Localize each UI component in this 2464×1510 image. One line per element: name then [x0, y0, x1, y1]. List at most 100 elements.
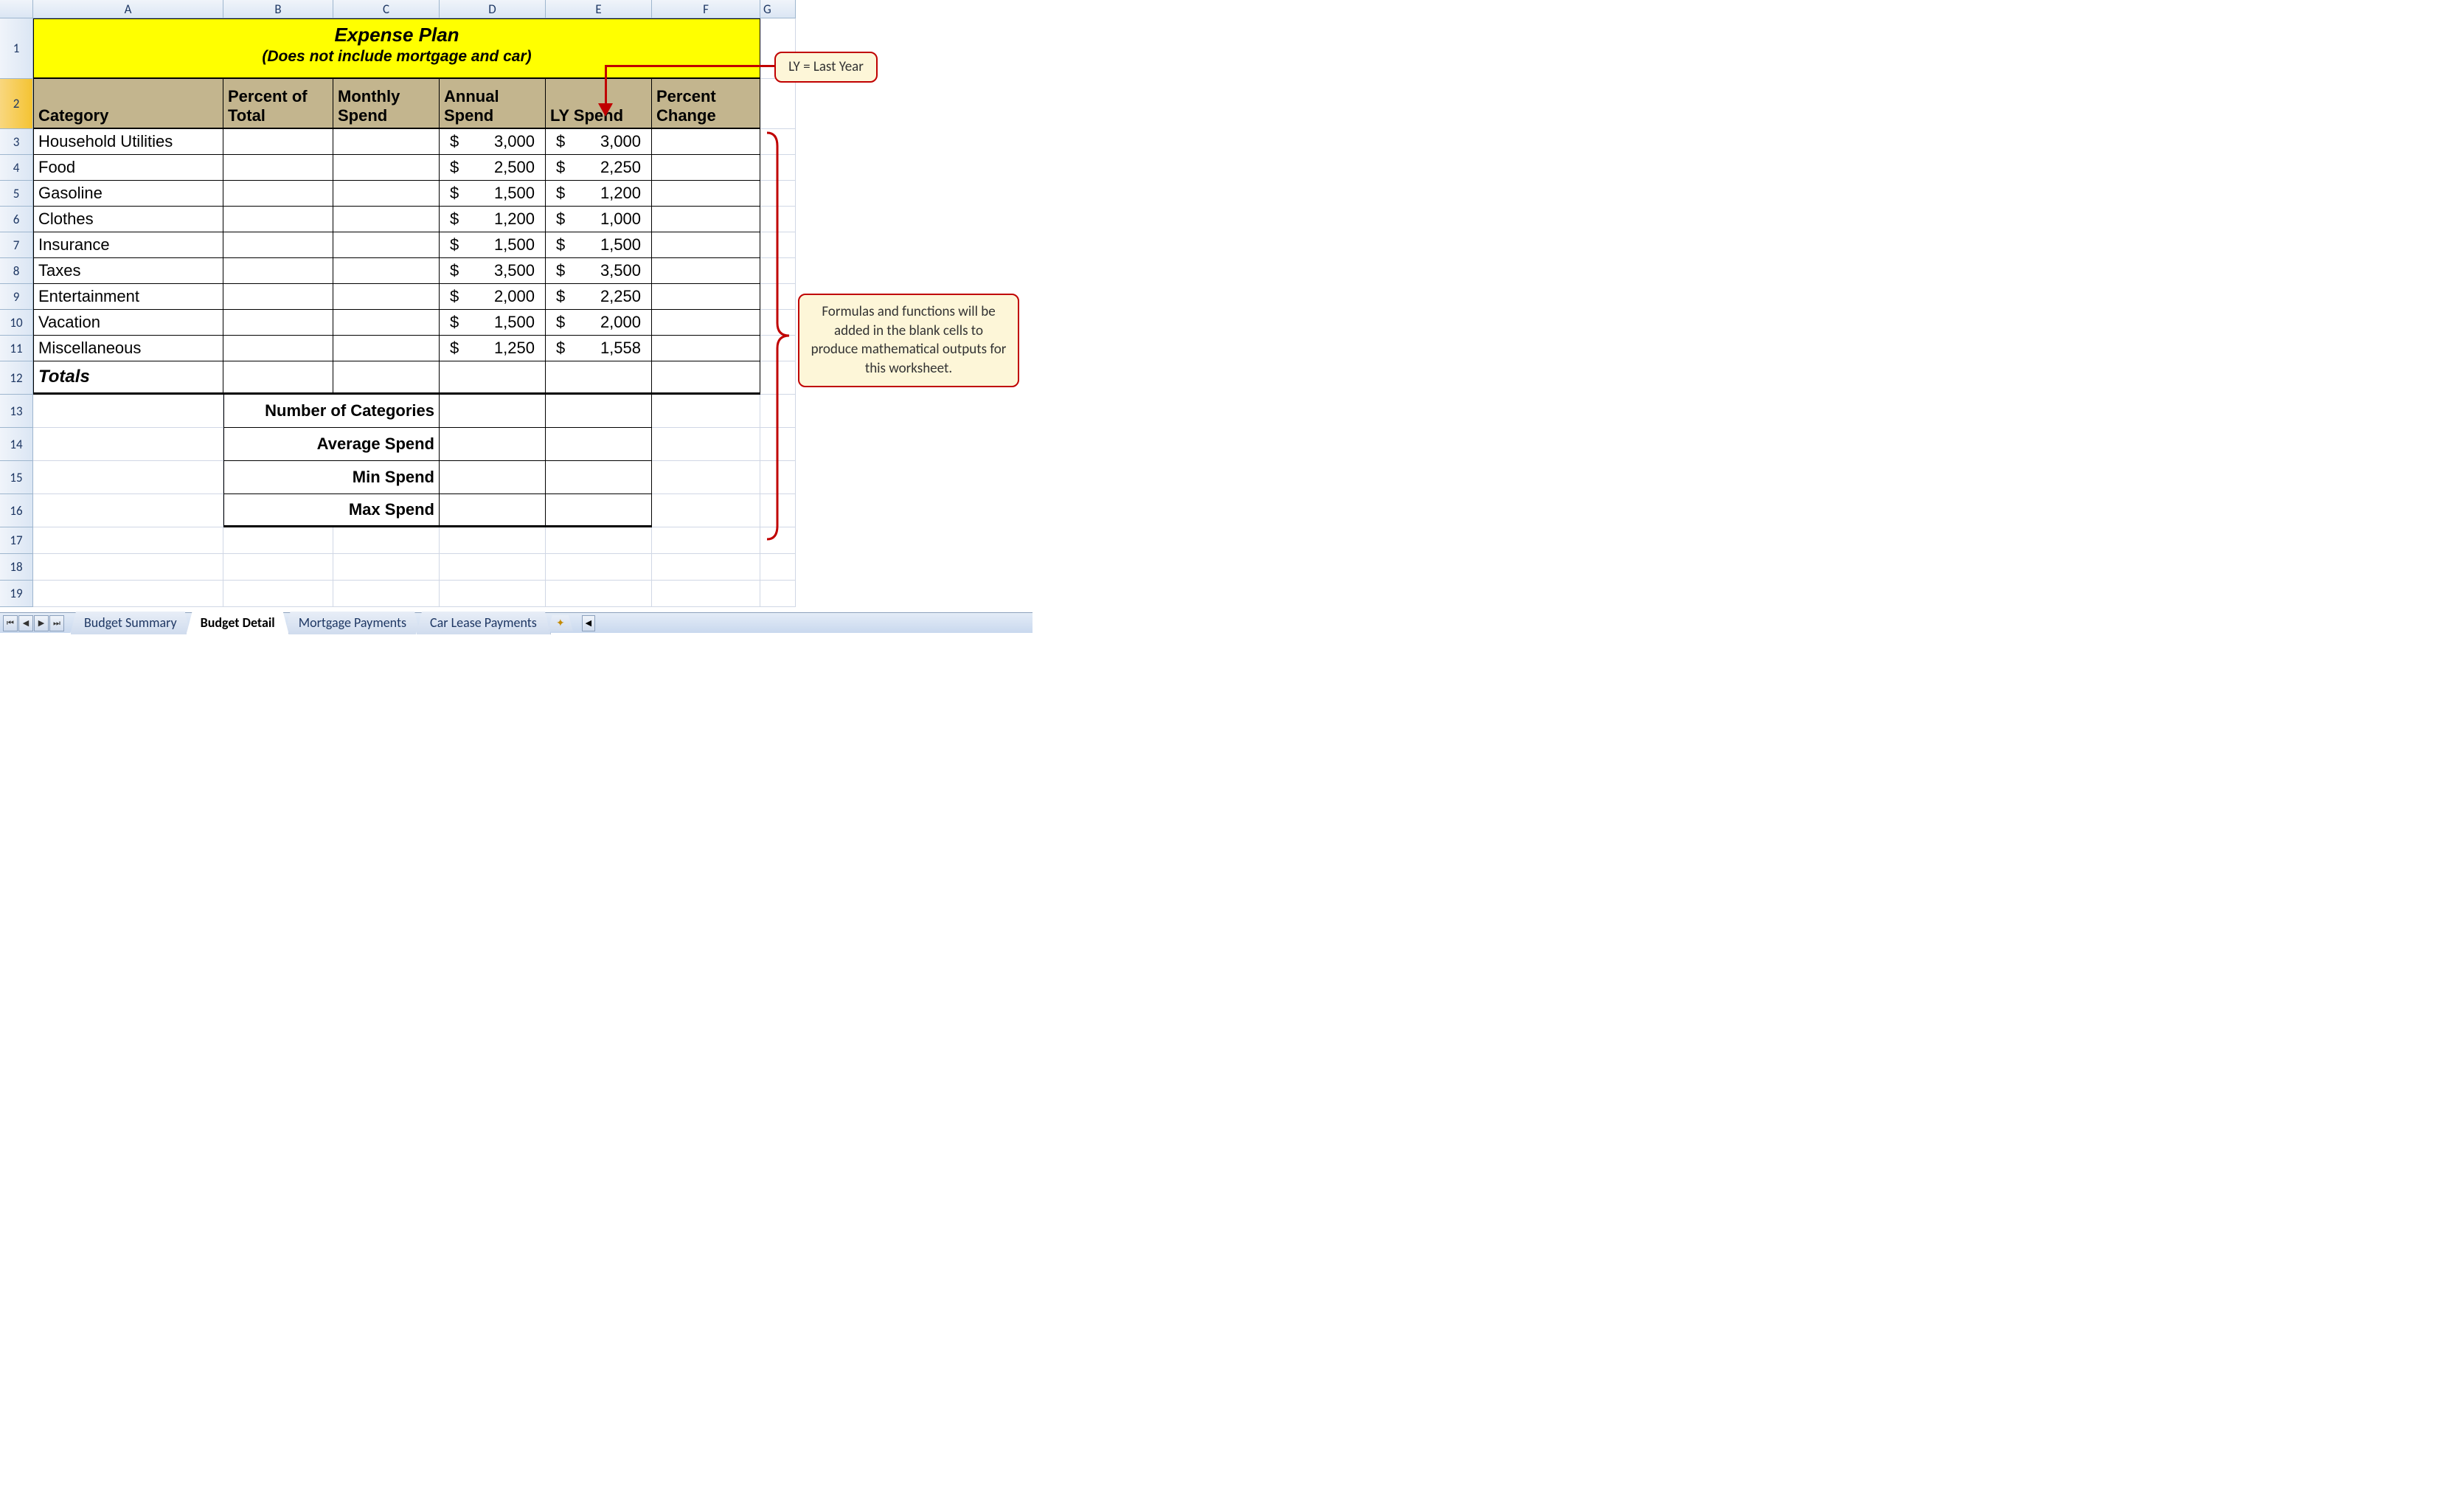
cell-annual[interactable]: $3,000 — [440, 129, 546, 155]
row-header-5[interactable]: 5 — [0, 181, 33, 207]
cell-category[interactable]: Gasoline — [33, 181, 223, 207]
cell-G19[interactable] — [760, 581, 796, 607]
cell-F19[interactable] — [652, 581, 760, 607]
cell-F15[interactable] — [652, 461, 760, 494]
cell-category[interactable]: Insurance — [33, 232, 223, 258]
sheet-tab[interactable]: Car Lease Payments — [416, 612, 551, 634]
cell-E19[interactable] — [546, 581, 652, 607]
sheet-tab[interactable]: Budget Detail — [187, 612, 289, 634]
col-header-B[interactable]: B — [223, 0, 333, 18]
cell-F10[interactable] — [652, 310, 760, 336]
cell-ly[interactable]: $1,200 — [546, 181, 652, 207]
cell-category[interactable]: Taxes — [33, 258, 223, 284]
row-header-8[interactable]: 8 — [0, 258, 33, 284]
cell-F6[interactable] — [652, 207, 760, 232]
row-header-3[interactable]: 3 — [0, 129, 33, 155]
cell-ly[interactable]: $1,558 — [546, 336, 652, 361]
cell-F14[interactable] — [652, 428, 760, 461]
cell-F13[interactable] — [652, 395, 760, 428]
cell-C4[interactable] — [333, 155, 440, 181]
cell-ly[interactable]: $2,250 — [546, 284, 652, 310]
cell-category[interactable]: Household Utilities — [33, 129, 223, 155]
row-header-13[interactable]: 13 — [0, 395, 33, 428]
col-header-D[interactable]: D — [440, 0, 546, 18]
cell-B5[interactable] — [223, 181, 333, 207]
row-header-17[interactable]: 17 — [0, 527, 33, 554]
row-header-11[interactable]: 11 — [0, 336, 33, 361]
row-header-15[interactable]: 15 — [0, 461, 33, 494]
cell-A19[interactable] — [33, 581, 223, 607]
cell-G2[interactable] — [760, 79, 796, 129]
cell-ly[interactable]: $2,250 — [546, 155, 652, 181]
cell-B8[interactable] — [223, 258, 333, 284]
cell-F3[interactable] — [652, 129, 760, 155]
row-header-19[interactable]: 19 — [0, 581, 33, 607]
cell-A15[interactable] — [33, 461, 223, 494]
col-header-C[interactable]: C — [333, 0, 440, 18]
cell-D15[interactable] — [440, 461, 546, 494]
cell-D12[interactable] — [440, 361, 546, 395]
cell-annual[interactable]: $1,500 — [440, 232, 546, 258]
col-header-A[interactable]: A — [33, 0, 223, 18]
cell-annual[interactable]: $1,500 — [440, 181, 546, 207]
cell-C12[interactable] — [333, 361, 440, 395]
cell-annual[interactable]: $1,500 — [440, 310, 546, 336]
cell-ly[interactable]: $3,500 — [546, 258, 652, 284]
cell-annual[interactable]: $3,500 — [440, 258, 546, 284]
cell-D13[interactable] — [440, 395, 546, 428]
row-header-12[interactable]: 12 — [0, 361, 33, 395]
cell-A18[interactable] — [33, 554, 223, 581]
cell-F9[interactable] — [652, 284, 760, 310]
header-percent-total[interactable]: Percent of Total — [223, 79, 333, 129]
cell-F5[interactable] — [652, 181, 760, 207]
row-header-9[interactable]: 9 — [0, 284, 33, 310]
summary-label[interactable]: Max Spend — [223, 494, 440, 527]
cell-C18[interactable] — [333, 554, 440, 581]
summary-label[interactable]: Min Spend — [223, 461, 440, 494]
col-header-F[interactable]: F — [652, 0, 760, 18]
cell-ly[interactable]: $3,000 — [546, 129, 652, 155]
row-header-1[interactable]: 1 — [0, 18, 33, 79]
cell-B9[interactable] — [223, 284, 333, 310]
cell-ly[interactable]: $1,500 — [546, 232, 652, 258]
cell-B17[interactable] — [223, 527, 333, 554]
cell-E16[interactable] — [546, 494, 652, 527]
cell-B19[interactable] — [223, 581, 333, 607]
cell-D14[interactable] — [440, 428, 546, 461]
new-sheet-button[interactable]: ✦ — [548, 615, 573, 631]
cell-B3[interactable] — [223, 129, 333, 155]
cell-C5[interactable] — [333, 181, 440, 207]
row-header-16[interactable]: 16 — [0, 494, 33, 527]
cell-annual[interactable]: $2,500 — [440, 155, 546, 181]
cell-A16[interactable] — [33, 494, 223, 527]
cell-B12[interactable] — [223, 361, 333, 395]
cell-C10[interactable] — [333, 310, 440, 336]
cell-D19[interactable] — [440, 581, 546, 607]
summary-label[interactable]: Number of Categories — [223, 395, 440, 428]
cell-F12[interactable] — [652, 361, 760, 395]
cell-F16[interactable] — [652, 494, 760, 527]
cell-category[interactable]: Entertainment — [33, 284, 223, 310]
cell-G18[interactable] — [760, 554, 796, 581]
header-percent-change[interactable]: Percent Change — [652, 79, 760, 129]
header-annual-spend[interactable]: Annual Spend — [440, 79, 546, 129]
row-header-10[interactable]: 10 — [0, 310, 33, 336]
cell-D16[interactable] — [440, 494, 546, 527]
cell-category[interactable]: Clothes — [33, 207, 223, 232]
row-header-4[interactable]: 4 — [0, 155, 33, 181]
cell-C19[interactable] — [333, 581, 440, 607]
cell-A17[interactable] — [33, 527, 223, 554]
cell-C8[interactable] — [333, 258, 440, 284]
cell-B10[interactable] — [223, 310, 333, 336]
cell-D18[interactable] — [440, 554, 546, 581]
cell-A13[interactable] — [33, 395, 223, 428]
sheet-tab[interactable]: Mortgage Payments — [285, 612, 420, 634]
select-all-corner[interactable] — [0, 0, 33, 18]
header-monthly-spend[interactable]: Monthly Spend — [333, 79, 440, 129]
cell-ly[interactable]: $1,000 — [546, 207, 652, 232]
col-header-G[interactable]: G — [760, 0, 796, 18]
cell-E18[interactable] — [546, 554, 652, 581]
cell-B7[interactable] — [223, 232, 333, 258]
cell-C6[interactable] — [333, 207, 440, 232]
title-cell[interactable]: Expense Plan (Does not include mortgage … — [33, 18, 760, 79]
